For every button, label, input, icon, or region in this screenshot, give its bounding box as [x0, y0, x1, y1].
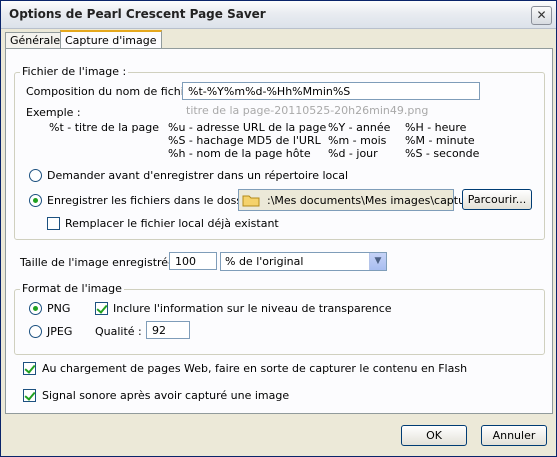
- transparency-label: Inclure l'information sur le niveau de t…: [113, 302, 392, 315]
- png-radio[interactable]: [29, 302, 42, 315]
- image-size-input[interactable]: 100: [169, 252, 217, 270]
- replace-existing-checkbox[interactable]: [47, 217, 60, 230]
- ok-button[interactable]: OK: [401, 425, 467, 446]
- jpeg-label: JPEG: [47, 325, 73, 338]
- file-group-legend: Fichier de l'image :: [20, 65, 129, 78]
- png-label: PNG: [47, 302, 71, 315]
- replace-existing-label: Remplacer le fichier local déjà existant: [65, 217, 279, 230]
- ask-before-save-radio[interactable]: [29, 169, 42, 182]
- capture-flash-label: Au chargement de pages Web, faire en sor…: [42, 362, 468, 375]
- filename-pattern-input[interactable]: %t-%Y%m%d-%Hh%Mmin%S: [182, 82, 480, 100]
- token-month: %m - mois: [328, 134, 387, 147]
- capture-flash-checkbox[interactable]: [23, 362, 36, 375]
- close-icon[interactable]: ✕: [531, 6, 552, 25]
- token-minute: %M - minute: [405, 134, 475, 147]
- folder-path-text: :\Mes documents\Mes images\captures: [267, 194, 482, 207]
- tab-panel: Fichier de l'image : Composition du nom …: [5, 48, 553, 414]
- window-title: Options de Pearl Crescent Page Saver: [9, 7, 266, 21]
- quality-label: Qualité :: [95, 325, 142, 338]
- token-t: %t - titre de la page: [49, 121, 159, 134]
- cancel-button[interactable]: Annuler: [481, 425, 547, 446]
- image-size-unit-value: % de l'original: [225, 255, 304, 268]
- ask-before-save-label: Demander avant d'enregistrer dans un rép…: [47, 169, 349, 182]
- sound-signal-label: Signal sonore après avoir capturé une im…: [42, 389, 290, 402]
- format-group: [14, 289, 545, 355]
- token-s-hash: %S - hachage MD5 de l'URL: [168, 134, 321, 147]
- filename-label: Composition du nom de fichier :: [26, 85, 203, 98]
- quality-input[interactable]: 92: [146, 321, 190, 339]
- folder-icon: [242, 193, 260, 210]
- token-second: %S - seconde: [405, 147, 480, 160]
- token-year: %Y - année: [328, 121, 391, 134]
- chevron-down-icon[interactable]: ▼: [369, 253, 386, 270]
- token-hour: %H - heure: [405, 121, 467, 134]
- folder-path-field[interactable]: :\Mes documents\Mes images\captures: [238, 189, 482, 211]
- token-u: %u - adresse URL de la page: [168, 121, 327, 134]
- options-dialog: Options de Pearl Crescent Page Saver ✕ G…: [0, 0, 557, 457]
- transparency-checkbox[interactable]: [95, 302, 108, 315]
- image-size-label: Taille de l'image enregistrée :: [20, 256, 183, 269]
- sound-signal-checkbox[interactable]: [23, 389, 36, 402]
- save-to-folder-radio[interactable]: [29, 194, 42, 207]
- example-label: Exemple :: [26, 106, 81, 119]
- format-group-legend: Format de l'image: [20, 282, 124, 295]
- jpeg-radio[interactable]: [29, 325, 42, 338]
- token-day: %d - jour: [328, 147, 378, 160]
- token-h-host: %h - nom de la page hôte: [168, 147, 311, 160]
- image-size-unit-select[interactable]: % de l'original ▼: [220, 252, 387, 271]
- title-bar: Options de Pearl Crescent Page Saver ✕: [1, 1, 556, 29]
- example-value: titre de la page-20110525-20h26min49.png: [186, 104, 429, 117]
- save-to-folder-label: Enregistrer les fichiers dans le dossier: [47, 194, 257, 207]
- browse-button[interactable]: Parcourir...: [462, 189, 532, 210]
